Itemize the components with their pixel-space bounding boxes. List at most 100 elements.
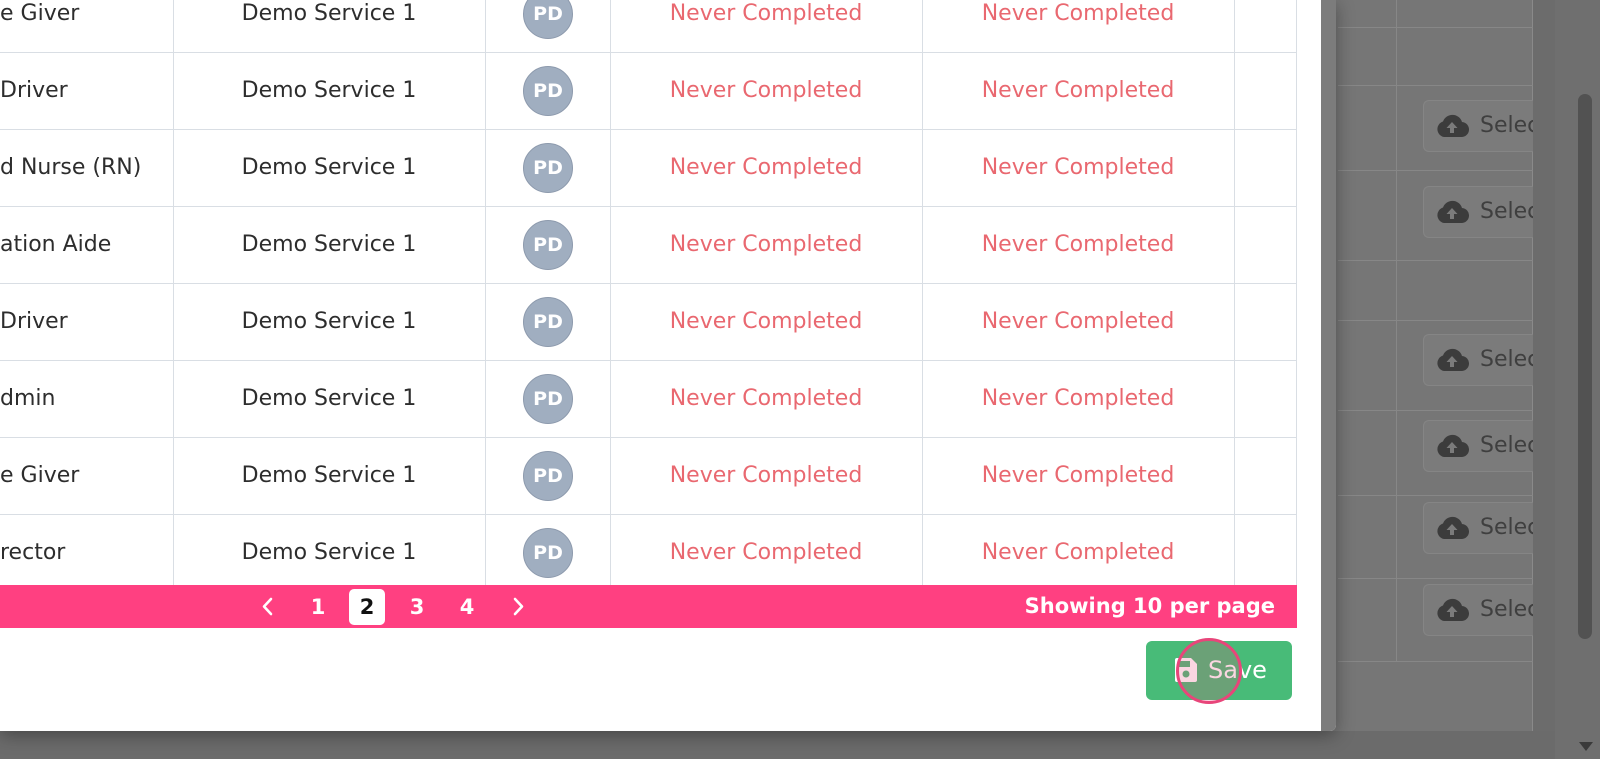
role-cell: e Giver <box>0 1 80 26</box>
background-select-file-button[interactable]: Selec <box>1423 186 1533 238</box>
page-1-button[interactable]: 1 <box>300 589 336 625</box>
avatar[interactable]: PD <box>523 528 573 578</box>
avatar-cell: PD <box>485 207 610 283</box>
column-divider <box>173 284 174 360</box>
background-row-divider <box>1338 170 1533 171</box>
cloud-upload-icon <box>1437 434 1469 458</box>
background-select-file-button[interactable]: Selec <box>1423 100 1533 152</box>
completion-status-cell: Never Completed <box>669 155 863 180</box>
background-select-file-button[interactable]: Selec <box>1423 420 1533 472</box>
table-border <box>1296 130 1297 206</box>
column-divider <box>922 438 923 514</box>
modal-scrollbar[interactable] <box>1321 0 1336 731</box>
service-cell: Demo Service 1 <box>241 309 417 334</box>
completion-status-cell: Never Completed <box>981 1 1175 26</box>
column-divider <box>485 284 486 360</box>
column-divider <box>1234 0 1235 52</box>
next-page-button[interactable] <box>503 585 533 628</box>
column-divider <box>173 515 174 591</box>
cloud-upload-icon <box>1437 200 1469 224</box>
completion-status-cell: Never Completed <box>981 78 1175 103</box>
avatar-cell: PD <box>485 284 610 360</box>
cloud-upload-icon <box>1437 114 1469 138</box>
completion-status-cell: Never Completed <box>669 309 863 334</box>
role-cell: d Nurse (RN) <box>0 155 142 180</box>
column-divider <box>173 438 174 514</box>
column-divider <box>922 53 923 129</box>
service-cell: Demo Service 1 <box>241 155 417 180</box>
page-3-button[interactable]: 3 <box>399 589 435 625</box>
background-select-file-button[interactable]: Selec <box>1423 334 1533 386</box>
column-divider <box>1234 438 1235 514</box>
role-cell: dmin <box>0 386 56 411</box>
table-border <box>1296 207 1297 283</box>
column-divider <box>610 284 611 360</box>
avatar-cell: PD <box>485 0 610 52</box>
column-divider <box>922 284 923 360</box>
completion-status-cell: Never Completed <box>981 309 1175 334</box>
background-row-divider <box>1338 410 1533 411</box>
role-cell: e Giver <box>0 463 80 488</box>
background-column-divider <box>1396 0 1397 661</box>
avatar-cell: PD <box>485 53 610 129</box>
avatar-cell: PD <box>485 361 610 437</box>
background-row-divider <box>1338 320 1533 321</box>
select-file-label: Selec <box>1480 199 1533 224</box>
chevron-right-icon <box>513 597 524 616</box>
column-divider <box>485 207 486 283</box>
completion-status-cell: Never Completed <box>981 155 1175 180</box>
column-divider <box>485 53 486 129</box>
column-divider <box>173 361 174 437</box>
table-border <box>1296 53 1297 129</box>
previous-page-button[interactable] <box>253 585 283 628</box>
scroll-down-arrow-icon[interactable] <box>1579 742 1593 751</box>
select-file-label: Selec <box>1480 515 1533 540</box>
role-cell: ation Aide <box>0 232 112 257</box>
column-divider <box>1234 361 1235 437</box>
column-divider <box>1234 515 1235 591</box>
background-select-file-button[interactable]: Selec <box>1423 584 1533 636</box>
table-row: ation Aide Demo Service 1 PD Never Complete… <box>0 207 1297 284</box>
completion-status-cell: Never Completed <box>981 463 1175 488</box>
table-row: Driver Demo Service 1 PD Never Completed Nev… <box>0 284 1297 361</box>
avatar[interactable]: PD <box>523 374 573 424</box>
background-row-divider <box>1338 260 1533 261</box>
column-divider <box>610 0 611 52</box>
page-4-button[interactable]: 4 <box>449 589 485 625</box>
avatar[interactable]: PD <box>523 220 573 270</box>
background-select-file-button[interactable]: Selec <box>1423 502 1533 554</box>
page-2-button[interactable]: 2 <box>349 589 385 625</box>
column-divider <box>1234 130 1235 206</box>
avatar[interactable]: PD <box>523 297 573 347</box>
background-row-divider <box>1338 495 1533 496</box>
column-divider <box>610 130 611 206</box>
completion-status-cell: Never Completed <box>669 463 863 488</box>
background-row-divider <box>1338 661 1533 662</box>
background-row-divider <box>1338 85 1533 86</box>
role-cell: Driver <box>0 309 68 334</box>
avatar[interactable]: PD <box>523 143 573 193</box>
service-cell: Demo Service 1 <box>241 540 417 565</box>
chevron-left-icon <box>262 597 273 616</box>
select-file-label: Selec <box>1480 597 1533 622</box>
column-divider <box>610 53 611 129</box>
service-cell: Demo Service 1 <box>241 78 417 103</box>
table-border <box>1296 284 1297 360</box>
background-row-divider <box>1338 27 1533 28</box>
avatar[interactable]: PD <box>523 66 573 116</box>
column-divider <box>1234 53 1235 129</box>
avatar[interactable]: PD <box>523 0 573 39</box>
column-divider <box>922 207 923 283</box>
select-file-label: Selec <box>1480 113 1533 138</box>
column-divider <box>610 515 611 591</box>
page-scrollbar-thumb[interactable] <box>1578 94 1592 639</box>
column-divider <box>922 515 923 591</box>
avatar[interactable]: PD <box>523 451 573 501</box>
column-divider <box>922 361 923 437</box>
role-cell: rector <box>0 540 66 565</box>
service-cell: Demo Service 1 <box>241 386 417 411</box>
column-divider <box>173 130 174 206</box>
table-border <box>1296 361 1297 437</box>
cloud-upload-icon <box>1437 598 1469 622</box>
column-divider <box>173 53 174 129</box>
